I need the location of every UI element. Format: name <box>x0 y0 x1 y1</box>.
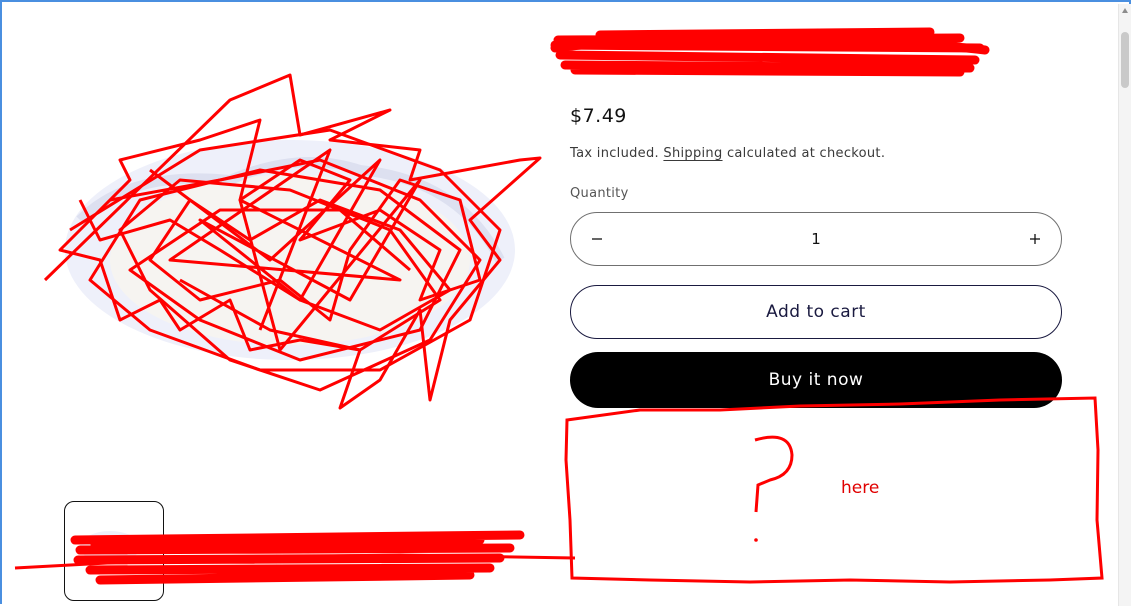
buy-it-now-button[interactable]: Buy it now <box>570 352 1062 408</box>
minus-icon <box>592 238 602 240</box>
quantity-stepper: 1 <box>570 212 1062 266</box>
quantity-input[interactable]: 1 <box>623 230 1009 248</box>
product-image[interactable] <box>40 60 540 410</box>
increase-quantity-button[interactable] <box>1009 213 1061 265</box>
decrease-quantity-button[interactable] <box>571 213 623 265</box>
tax-prefix: Tax included. <box>570 146 659 161</box>
add-to-cart-button[interactable]: Add to cart <box>570 285 1062 339</box>
annotation-note: here <box>841 478 880 498</box>
tax-suffix: calculated at checkout. <box>726 146 886 161</box>
product-media <box>40 60 540 410</box>
shipping-link[interactable]: Shipping <box>663 146 722 161</box>
product-thumbnail[interactable] <box>64 501 164 601</box>
product-title <box>570 32 990 76</box>
scroll-up-icon[interactable] <box>1122 8 1128 13</box>
tax-note: Tax included. Shipping calculated at che… <box>570 146 885 161</box>
scrollbar-thumb[interactable] <box>1121 32 1129 88</box>
product-price: $7.49 <box>570 105 627 127</box>
plus-icon <box>1030 234 1040 244</box>
quantity-label: Quantity <box>570 186 629 201</box>
scrollbar[interactable] <box>1118 4 1131 606</box>
